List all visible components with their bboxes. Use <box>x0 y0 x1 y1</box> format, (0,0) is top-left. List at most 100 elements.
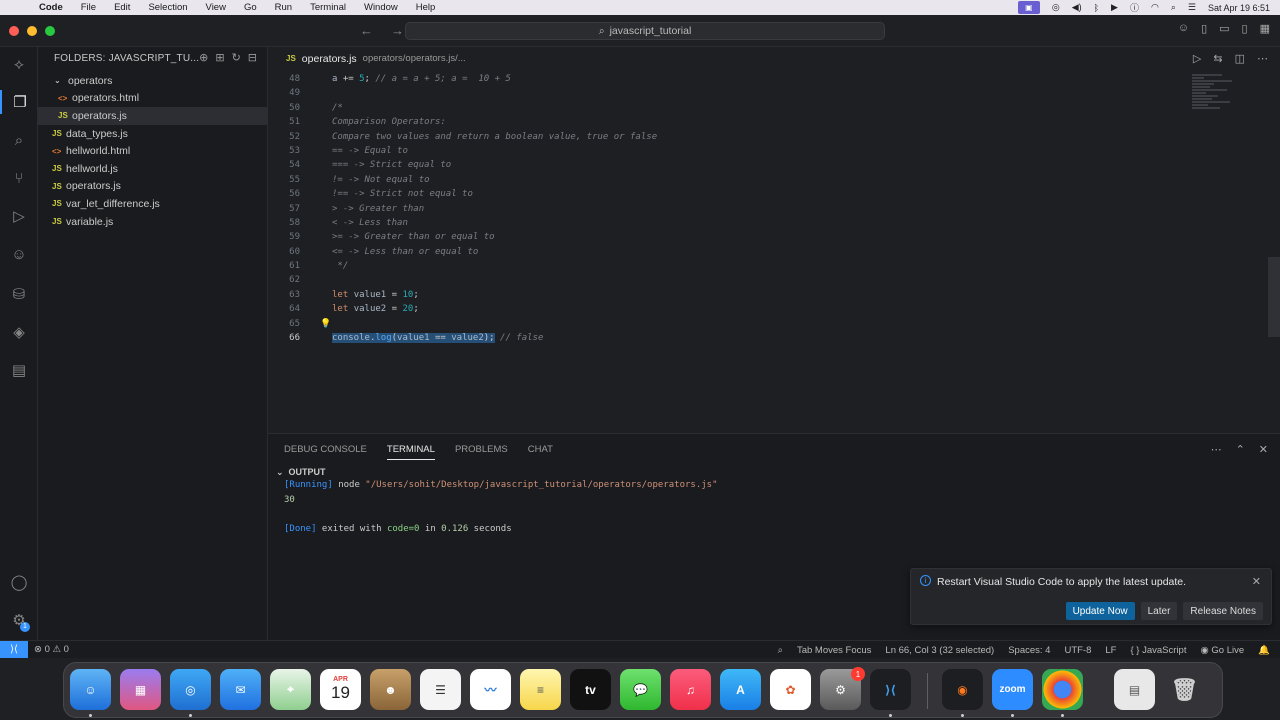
calendar-icon[interactable]: APR 19 <box>320 669 361 710</box>
remote-explorer-icon[interactable]: ⟡ <box>0 52 38 76</box>
tab-chat[interactable]: CHAT <box>528 444 553 455</box>
tree-file-hellworld-js[interactable]: JS hellworld.js <box>38 160 268 178</box>
tab-moves-focus[interactable]: Tab Moves Focus <box>797 645 871 656</box>
toggle-sidebar-icon[interactable]: ▯ <box>1201 22 1207 35</box>
bluetooth-icon[interactable]: ᛒ <box>1094 3 1099 13</box>
database-icon[interactable]: ⛁ <box>0 282 38 306</box>
messages-icon[interactable]: 💬 <box>620 669 661 710</box>
forward-arrow-icon[interactable]: → <box>391 23 404 38</box>
run-debug-icon[interactable]: ▷ <box>0 204 38 228</box>
info-icon[interactable]: ⓘ <box>1130 1 1139 14</box>
toggle-secondary-sidebar-icon[interactable]: ▯ <box>1242 22 1248 35</box>
tree-file-operators-html[interactable]: <> operators.html <box>38 90 268 108</box>
photos-icon[interactable]: ✿ <box>770 669 811 710</box>
tree-file-variable-js[interactable]: JS variable.js <box>38 213 268 231</box>
back-arrow-icon[interactable]: ← <box>360 23 373 38</box>
lightbulb-icon[interactable]: 💡 <box>320 317 331 331</box>
settings-gear-icon[interactable]: ⚙ 1 <box>0 608 38 632</box>
later-button[interactable]: Later <box>1140 602 1178 620</box>
menu-view[interactable]: View <box>206 2 226 13</box>
tree-file-operators-js[interactable]: JS operators.js <box>38 178 268 196</box>
music-icon[interactable]: ♫ <box>670 669 711 710</box>
customize-layout-icon[interactable]: ▦ <box>1260 22 1270 35</box>
chrome-icon[interactable] <box>1042 669 1083 710</box>
clock[interactable]: Sat Apr 19 6:51 <box>1208 3 1270 13</box>
minimize-window-button[interactable] <box>27 26 37 36</box>
close-panel-icon[interactable]: ✕ <box>1259 443 1268 456</box>
layers-icon[interactable]: ◈ <box>0 320 38 344</box>
collapse-all-icon[interactable]: ⊟ <box>248 51 257 64</box>
code-editor[interactable]: 48 a += 5; // a = a + 5; a = 10 + 5 49 50… <box>268 72 1188 345</box>
menu-window[interactable]: Window <box>364 2 398 13</box>
zoom-icon[interactable]: ⌕ <box>778 645 783 656</box>
screen-recorder-icon[interactable]: ▣ <box>1017 1 1040 14</box>
close-window-button[interactable] <box>9 26 19 36</box>
run-code-icon[interactable]: ▷ <box>1193 52 1201 65</box>
problems-count[interactable]: ⊗ 0 ⚠ 0 <box>34 644 69 655</box>
go-live[interactable]: ◉ Go Live <box>1200 645 1244 656</box>
menu-app-name[interactable]: Code <box>39 2 63 13</box>
tree-file-var-let-difference-js[interactable]: JS var_let_difference.js <box>38 195 268 213</box>
reminders-icon[interactable]: ☰ <box>420 669 461 710</box>
wifi-icon[interactable]: ◠ <box>1151 2 1159 13</box>
tab-debug-console[interactable]: DEBUG CONSOLE <box>284 444 367 455</box>
mail-icon[interactable]: ✉ <box>220 669 261 710</box>
release-notes-button[interactable]: Release Notes <box>1183 602 1263 620</box>
zoom-window-button[interactable] <box>45 26 55 36</box>
more-actions-icon[interactable]: ⋯ <box>1211 443 1222 456</box>
menu-go[interactable]: Go <box>244 2 257 13</box>
menu-edit[interactable]: Edit <box>114 2 130 13</box>
tree-file-data-types-js[interactable]: JS data_types.js <box>38 125 268 143</box>
remote-indicator-icon[interactable]: ⟩⟨ <box>0 640 28 659</box>
editor-scrollbar[interactable] <box>1268 257 1280 337</box>
menu-terminal[interactable]: Terminal <box>310 2 346 13</box>
safari-icon[interactable]: ◎ <box>170 669 211 710</box>
account-icon[interactable]: ◯ <box>0 570 38 594</box>
indentation[interactable]: Spaces: 4 <box>1008 645 1050 656</box>
update-now-button[interactable]: Update Now <box>1065 602 1135 620</box>
cursor-position[interactable]: Ln 66, Col 3 (32 selected) <box>885 645 994 656</box>
tree-file-hellworld-html[interactable]: <> hellworld.html <box>38 142 268 160</box>
search-icon[interactable]: ⌕ <box>0 128 38 152</box>
zoom-app-icon[interactable]: zoom <box>992 669 1033 710</box>
tab-terminal[interactable]: TERMINAL <box>386 444 435 460</box>
more-actions-icon[interactable]: ⋯ <box>1257 52 1268 65</box>
editor-tab[interactable]: JS operators.js operators/operators.js/.… <box>268 47 1280 70</box>
new-folder-icon[interactable]: ⊞ <box>215 51 224 64</box>
vscode-icon[interactable]: ⟩⟨ <box>870 669 911 710</box>
contacts-icon[interactable]: ☻ <box>370 669 411 710</box>
language-mode[interactable]: { } JavaScript <box>1130 645 1186 656</box>
tree-folder-operators[interactable]: ⌄ operators <box>38 72 268 90</box>
menu-run[interactable]: Run <box>275 2 292 13</box>
notifications-bell-icon[interactable]: 🔔 <box>1258 645 1270 656</box>
split-editor-icon[interactable]: ◫ <box>1235 52 1245 65</box>
menu-help[interactable]: Help <box>416 2 436 13</box>
menu-selection[interactable]: Selection <box>148 2 187 13</box>
play-icon[interactable]: ▶ <box>1111 2 1118 13</box>
apple-tv-icon[interactable]: tv <box>570 669 611 710</box>
finder-icon[interactable]: ☺ <box>70 669 111 710</box>
trash-icon[interactable]: 🗑 <box>1164 669 1205 710</box>
notes-icon[interactable]: ≡ <box>520 669 561 710</box>
openvpn-icon[interactable]: ◉ <box>942 669 983 710</box>
app-store-icon[interactable]: A <box>720 669 761 710</box>
extensions-icon[interactable]: ☺ <box>0 242 38 266</box>
output-section-header[interactable]: ⌄ OUTPUT <box>276 465 326 479</box>
toggle-panel-icon[interactable]: ▭ <box>1219 22 1229 35</box>
new-file-icon[interactable]: ⊕ <box>199 51 208 64</box>
document-icon[interactable]: ▤ <box>1114 669 1155 710</box>
tab-problems[interactable]: PROBLEMS <box>455 444 508 455</box>
encoding[interactable]: UTF-8 <box>1064 645 1091 656</box>
line-ending[interactable]: LF <box>1105 645 1116 656</box>
explorer-icon[interactable]: ❐ <box>0 90 38 114</box>
control-center-icon[interactable]: ☰ <box>1188 2 1196 13</box>
volume-icon[interactable]: ◀) <box>1072 2 1082 13</box>
maximize-panel-icon[interactable]: ⌃ <box>1236 443 1245 456</box>
source-control-icon[interactable]: ⑂ <box>0 166 38 190</box>
close-icon[interactable]: ✕ <box>1252 575 1261 588</box>
menu-file[interactable]: File <box>81 2 96 13</box>
notebook-icon[interactable]: ▤ <box>0 358 38 382</box>
compare-icon[interactable]: ⇆ <box>1213 52 1222 65</box>
freeform-icon[interactable]: 〰 <box>470 669 511 710</box>
copilot-icon[interactable]: ☺ <box>1178 22 1189 35</box>
